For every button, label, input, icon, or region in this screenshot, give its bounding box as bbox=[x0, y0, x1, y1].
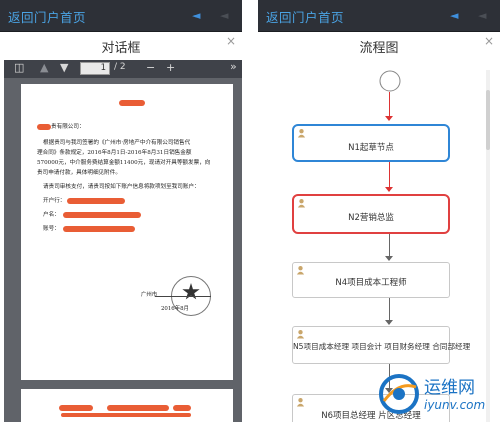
redaction-mark bbox=[37, 124, 51, 130]
node-label: N2营销总监 bbox=[348, 213, 394, 223]
arrow-icon bbox=[385, 256, 393, 261]
watermark-text: 运维网 bbox=[424, 378, 475, 398]
doc-line: 理合同》条款规定，2016年8月1日-2016年8月31日销售金额 bbox=[37, 150, 192, 156]
zoom-in-button[interactable]: + bbox=[166, 61, 175, 74]
pdf-page-1: 贵有限公司： 根据贵司与我司签署的《广州市·房地产中介有限公司销售代 理合同》条… bbox=[21, 84, 233, 380]
flow-node-n4[interactable]: N4项目成本工程师 bbox=[292, 262, 450, 298]
top-nav-bar: 返回门户首页 ◄ ◄ bbox=[258, 0, 500, 32]
previous-page-icon[interactable]: ▲ bbox=[40, 61, 48, 74]
redaction-mark bbox=[67, 198, 125, 204]
back-to-portal-link[interactable]: 返回门户首页 bbox=[8, 7, 86, 26]
redaction-mark bbox=[63, 226, 135, 232]
close-icon[interactable]: × bbox=[484, 34, 494, 48]
user-icon bbox=[297, 199, 306, 208]
arrow-icon bbox=[385, 320, 393, 325]
flow-node-n2[interactable]: N2营销总监 bbox=[292, 194, 450, 234]
flow-node-n5[interactable]: N5项目成本经理 项目会计 项目财务经理 合同部经理 bbox=[292, 326, 471, 364]
doc-line: 开户行： bbox=[43, 198, 66, 204]
doc-line: 账号： bbox=[43, 226, 60, 232]
redaction-mark bbox=[173, 405, 191, 411]
doc-line: 请贵司审核支付，请贵司按如下账户信息将款项划至我司账户： bbox=[43, 184, 200, 190]
zoom-out-button[interactable]: − bbox=[146, 61, 155, 74]
doc-line: 贵司申请付款，具体明细见附件。 bbox=[37, 170, 121, 176]
more-tools-icon[interactable]: » bbox=[230, 60, 237, 73]
signature-line bbox=[155, 296, 211, 297]
node-label: N5项目成本经理 项目会计 项目财务经理 合同部经理 bbox=[293, 342, 471, 351]
page-total: / 2 bbox=[114, 62, 126, 72]
user-icon bbox=[296, 266, 305, 275]
redaction-mark bbox=[107, 405, 169, 411]
top-nav-bar: 返回门户首页 ◄ ◄ bbox=[0, 0, 242, 32]
redaction-mark bbox=[119, 100, 145, 106]
doc-line: 根据贵司与我司签署的《广州市·房地产中介有限公司销售代 bbox=[43, 140, 191, 146]
dialog-title: 对话框 bbox=[101, 41, 141, 56]
watermark-url: iyunv.com bbox=[424, 398, 486, 412]
scrollbar-thumb[interactable] bbox=[486, 90, 490, 150]
page-number-input[interactable]: 1 bbox=[80, 62, 110, 75]
user-icon bbox=[296, 330, 305, 339]
doc-line: 570000元，中介服务费结算金额11400元，现请对开具等额发票，向 bbox=[37, 160, 211, 166]
doc-line: 贵有限公司： bbox=[51, 124, 85, 130]
start-node-circle[interactable] bbox=[379, 70, 401, 92]
seal-date: 2016年8月 bbox=[161, 306, 189, 312]
site-watermark: 运维网 iyunv.com bbox=[372, 367, 500, 422]
redaction-mark bbox=[61, 413, 191, 417]
user-icon bbox=[297, 129, 306, 138]
close-icon[interactable]: × bbox=[226, 34, 236, 48]
pdf-toolbar: ◫ ▲ ▼ 1 / 2 − + » bbox=[4, 60, 242, 78]
doc-line: 户名： bbox=[43, 212, 60, 218]
dialog-header: 对话框 × bbox=[0, 33, 242, 59]
back-to-portal-link[interactable]: 返回门户首页 bbox=[266, 7, 344, 26]
next-arrow-icon[interactable]: ◄ bbox=[478, 9, 486, 22]
pdf-viewer[interactable]: 贵有限公司： 根据贵司与我司签署的《广州市·房地产中介有限公司销售代 理合同》条… bbox=[4, 78, 242, 422]
dialog-title: 流程图 bbox=[359, 41, 399, 56]
right-dialog-panel: 返回门户首页 ◄ ◄ 流程图 × N1起草节点 N2营销总监 N4项目成本工程师… bbox=[258, 0, 500, 422]
pdf-page-2 bbox=[21, 389, 233, 422]
node-label: N1起草节点 bbox=[348, 143, 394, 153]
redaction-mark bbox=[59, 405, 93, 411]
prev-arrow-icon[interactable]: ◄ bbox=[450, 9, 458, 22]
user-icon bbox=[296, 398, 305, 407]
arrow-icon bbox=[385, 187, 393, 192]
flow-node-n1[interactable]: N1起草节点 bbox=[292, 124, 450, 162]
arrow-icon bbox=[385, 116, 393, 121]
node-label: N4项目成本工程师 bbox=[335, 278, 407, 288]
prev-arrow-icon[interactable]: ◄ bbox=[192, 9, 200, 22]
left-dialog-panel: 返回门户首页 ◄ ◄ 对话框 × ◫ ▲ ▼ 1 / 2 − + » 贵有限公司… bbox=[0, 0, 242, 422]
next-page-icon[interactable]: ▼ bbox=[60, 61, 68, 74]
dialog-header: 流程图 × bbox=[258, 33, 500, 59]
watermark-logo-icon bbox=[379, 374, 419, 414]
sidebar-toggle-icon[interactable]: ◫ bbox=[14, 61, 24, 74]
screen-root: 返回门户首页 ◄ ◄ 对话框 × ◫ ▲ ▼ 1 / 2 − + » 贵有限公司… bbox=[0, 0, 500, 422]
next-arrow-icon[interactable]: ◄ bbox=[220, 9, 228, 22]
redaction-mark bbox=[63, 212, 141, 218]
